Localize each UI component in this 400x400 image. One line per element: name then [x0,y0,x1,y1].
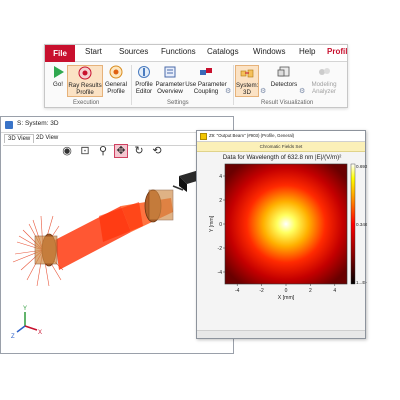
profile-editor-label-1: Profile [135,81,153,88]
use-parameter-label-1: Use Parameter [185,81,227,88]
system3d-label-1: System: [236,82,259,89]
system-3d-title: S: System: 3D [17,120,59,127]
settings-gear-icon[interactable]: ⚙ [225,87,231,95]
axis-y-label: Y [23,306,27,312]
group-settings-label: Settings [167,100,189,106]
ray-results-label-2: Profile [76,89,94,96]
colorbar [350,163,356,285]
colorbar-min-label: 1...E-07 [356,280,367,285]
axis-triad: Y X Z [11,306,42,340]
axis-z-label: Z [11,334,15,340]
x-tick-label: -4 [235,288,240,294]
use-parameter-coupling-button[interactable]: Use Parameter Coupling [185,65,227,95]
heatmap-layer [225,164,347,284]
tab-profile[interactable]: Profil [327,47,347,56]
tab-windows[interactable]: Windows [253,47,285,56]
group-execution-label: Execution [73,100,100,106]
tab-sources[interactable]: Sources [119,47,148,56]
x-tick-label: -2 [259,288,264,294]
modeling-analyzer-button[interactable]: Modeling Analyzer [307,65,341,95]
tab-2d-view[interactable]: 2D View [33,134,61,142]
y-tick-label: 2 [219,198,222,204]
tab-functions[interactable]: Functions [161,47,196,56]
reset-view-icon[interactable]: ⟲ [150,144,164,158]
general-profile-icon [109,65,123,79]
y-tick-label: -2 [218,246,223,252]
modeling-analyzer-icon [319,68,330,75]
colorbar-layer: 0.693... 0.346... 1...E-07 [350,163,367,285]
parameter-overview-label-1: Parameter [155,81,185,88]
modeling-label-1: Modeling [311,81,337,88]
parameter-coupling-icon [200,68,212,75]
ribbon-separator [131,65,132,105]
ribbon-separator [233,65,234,105]
zoom-region-icon[interactable]: ⊡ [78,144,92,158]
tab-3d-view[interactable]: 3D View [4,134,35,143]
x-tick-label: 0 [285,288,288,294]
tab-file[interactable]: File [45,45,75,62]
general-profile-button[interactable]: General Profile [104,65,128,95]
parameter-overview-label-2: Overview [157,88,183,95]
x-tick-label: 4 [333,288,336,294]
window-icon [5,121,13,129]
x-axis-label: X [mm] [278,295,295,301]
general-label-2: Profile [107,88,125,95]
profile-editor-label-2: Editor [135,88,153,95]
zoom-icon[interactable]: ⚲ [96,144,110,158]
ribbon-toolbar: File Start Sources Functions Catalogs Wi… [44,44,348,108]
y-tick-label: 0 [219,222,222,228]
colorbar-mid-label: 0.346... [356,222,367,227]
system-3d-button[interactable]: System: 3D [235,65,259,97]
detectors-icon [277,66,290,77]
heatmap-field [225,164,347,284]
play-icon [54,66,64,78]
parameter-overview-icon [164,66,176,78]
camera-icon[interactable]: ◉ [60,144,74,158]
tab-start[interactable]: Start [85,47,102,56]
ray-results-icon [78,66,92,80]
profile-editor-button[interactable]: Profile Editor [133,65,155,95]
x-tick-label: 2 [309,288,312,294]
colorbar-max-label: 0.693... [356,164,367,169]
general-label-1: General [104,81,127,88]
rotate-icon[interactable]: ↻ [132,144,146,158]
y-tick-label: -4 [218,270,223,276]
go-button[interactable]: Go! [49,65,67,88]
tab-catalogs[interactable]: Catalogs [207,47,239,56]
detectors-gear-icon[interactable]: ⚙ [299,87,305,95]
profile-window[interactable]: Z9: "Output Beam" (#903) (Profile, Gener… [196,130,367,340]
profile-statusbar [197,330,365,338]
y-tick-label: 4 [219,174,222,180]
use-parameter-label-2: Coupling [193,88,219,95]
detectors-button[interactable]: Detectors [269,65,299,88]
lens-cylinder [144,189,174,223]
system-3d-icon [240,69,254,78]
profile-editor-icon [138,66,150,78]
modeling-label-2: Analyzer [311,88,337,95]
ribbon-tab-bar: File Start Sources Functions Catalogs Wi… [45,45,347,62]
axis-x-label: X [38,330,42,336]
source-cylinder [34,233,58,267]
go-label: Go! [53,81,63,88]
tab-help[interactable]: Help [299,47,315,56]
profile-plot[interactable]: -4 -2 0 2 4 -4 -2 0 2 4 X [mm] Y [mm] 0.693... 0.346… [197,131,367,340]
pan-icon[interactable]: ✥ [114,144,128,158]
y-axis-label: Y [mm] [209,215,215,232]
system3d-label-2: 3D [243,89,251,96]
detectors-label: Detectors [270,81,298,88]
system-3d-gear-icon[interactable]: ⚙ [260,87,266,95]
ray-results-profile-button[interactable]: Ray Results Profile [67,65,103,97]
group-result-visualization-label: Result Visualization [261,100,314,106]
parameter-overview-button[interactable]: Parameter Overview [155,65,185,95]
ray-results-label-1: Ray Results [68,82,102,89]
